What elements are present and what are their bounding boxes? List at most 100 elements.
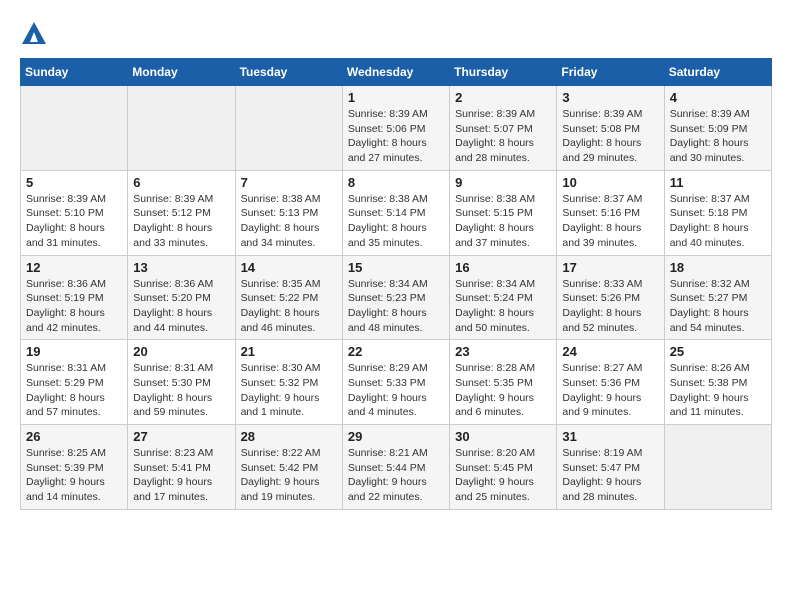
calendar-cell: 24 Sunrise: 8:27 AM Sunset: 5:36 PM Dayli…: [557, 340, 664, 425]
calendar-cell: 31 Sunrise: 8:19 AM Sunset: 5:47 PM Dayli…: [557, 425, 664, 510]
calendar-week-1: 1 Sunrise: 8:39 AM Sunset: 5:06 PM Daylig…: [21, 86, 772, 171]
calendar-header-row: SundayMondayTuesdayWednesdayThursdayFrid…: [21, 59, 772, 86]
day-number: 2: [455, 90, 551, 105]
day-info: Sunrise: 8:39 AM Sunset: 5:12 PM Dayligh…: [133, 192, 229, 251]
day-number: 11: [670, 175, 766, 190]
day-info: Sunrise: 8:22 AM Sunset: 5:42 PM Dayligh…: [241, 446, 337, 505]
day-number: 15: [348, 260, 444, 275]
calendar-cell: 18Sunrise: 8:32 AM Sunset: 5:27 PM Dayli…: [664, 255, 771, 340]
calendar-cell: 30Sunrise: 8:20 AM Sunset: 5:45 PM Dayli…: [450, 425, 557, 510]
day-info: Sunrise: 8:23 AM Sunset: 5:41 PM Dayligh…: [133, 446, 229, 505]
day-info: Sunrise: 8:26 AM Sunset: 5:38 PM Dayligh…: [670, 361, 766, 420]
weekday-header-tuesday: Tuesday: [235, 59, 342, 86]
calendar-week-5: 26Sunrise: 8:25 AM Sunset: 5:39 PM Dayli…: [21, 425, 772, 510]
calendar-cell: 13Sunrise: 8:36 AM Sunset: 5:20 PM Dayli…: [128, 255, 235, 340]
day-number: 10: [562, 175, 658, 190]
logo: [20, 20, 52, 48]
day-info: Sunrise: 8:37 AM Sunset: 5:18 PM Dayligh…: [670, 192, 766, 251]
day-info: Sunrise: 8:34 AM Sunset: 5:23 PM Dayligh…: [348, 277, 444, 336]
calendar-cell: 9 Sunrise: 8:38 AM Sunset: 5:15 PM Daylig…: [450, 170, 557, 255]
day-info: Sunrise: 8:39 AM Sunset: 5:08 PM Dayligh…: [562, 107, 658, 166]
day-number: 12: [26, 260, 122, 275]
day-number: 7: [241, 175, 337, 190]
calendar-cell: 21 Sunrise: 8:30 AM Sunset: 5:32 PM Dayli…: [235, 340, 342, 425]
calendar-cell: 23 Sunrise: 8:28 AM Sunset: 5:35 PM Dayli…: [450, 340, 557, 425]
logo-icon: [20, 20, 48, 48]
calendar-cell: 5 Sunrise: 8:39 AM Sunset: 5:10 PM Daylig…: [21, 170, 128, 255]
day-info: Sunrise: 8:30 AM Sunset: 5:32 PM Dayligh…: [241, 361, 337, 420]
day-number: 9: [455, 175, 551, 190]
calendar-cell: 1 Sunrise: 8:39 AM Sunset: 5:06 PM Daylig…: [342, 86, 449, 171]
weekday-header-monday: Monday: [128, 59, 235, 86]
day-info: Sunrise: 8:27 AM Sunset: 5:36 PM Dayligh…: [562, 361, 658, 420]
day-number: 3: [562, 90, 658, 105]
day-number: 19: [26, 344, 122, 359]
day-number: 23: [455, 344, 551, 359]
day-number: 1: [348, 90, 444, 105]
day-info: Sunrise: 8:25 AM Sunset: 5:39 PM Dayligh…: [26, 446, 122, 505]
day-info: Sunrise: 8:38 AM Sunset: 5:15 PM Dayligh…: [455, 192, 551, 251]
day-info: Sunrise: 8:37 AM Sunset: 5:16 PM Dayligh…: [562, 192, 658, 251]
day-info: Sunrise: 8:35 AM Sunset: 5:22 PM Dayligh…: [241, 277, 337, 336]
calendar-week-4: 19 Sunrise: 8:31 AM Sunset: 5:29 PM Dayli…: [21, 340, 772, 425]
day-info: Sunrise: 8:38 AM Sunset: 5:14 PM Dayligh…: [348, 192, 444, 251]
day-info: Sunrise: 8:36 AM Sunset: 5:20 PM Dayligh…: [133, 277, 229, 336]
calendar-cell: 19 Sunrise: 8:31 AM Sunset: 5:29 PM Dayli…: [21, 340, 128, 425]
page-header: [20, 20, 772, 48]
calendar-cell: 17Sunrise: 8:33 AM Sunset: 5:26 PM Dayli…: [557, 255, 664, 340]
calendar-cell: 3 Sunrise: 8:39 AM Sunset: 5:08 PM Daylig…: [557, 86, 664, 171]
day-number: 28: [241, 429, 337, 444]
day-info: Sunrise: 8:31 AM Sunset: 5:29 PM Dayligh…: [26, 361, 122, 420]
day-number: 20: [133, 344, 229, 359]
calendar-table: SundayMondayTuesdayWednesdayThursdayFrid…: [20, 58, 772, 510]
calendar-cell: 20 Sunrise: 8:31 AM Sunset: 5:30 PM Dayli…: [128, 340, 235, 425]
day-info: Sunrise: 8:39 AM Sunset: 5:10 PM Dayligh…: [26, 192, 122, 251]
day-number: 16: [455, 260, 551, 275]
calendar-week-2: 5 Sunrise: 8:39 AM Sunset: 5:10 PM Daylig…: [21, 170, 772, 255]
day-number: 29: [348, 429, 444, 444]
day-number: 6: [133, 175, 229, 190]
weekday-header-wednesday: Wednesday: [342, 59, 449, 86]
calendar-cell: 26Sunrise: 8:25 AM Sunset: 5:39 PM Dayli…: [21, 425, 128, 510]
calendar-cell: 27 Sunrise: 8:23 AM Sunset: 5:41 PM Dayli…: [128, 425, 235, 510]
day-info: Sunrise: 8:19 AM Sunset: 5:47 PM Dayligh…: [562, 446, 658, 505]
calendar-cell: 10 Sunrise: 8:37 AM Sunset: 5:16 PM Dayli…: [557, 170, 664, 255]
weekday-header-friday: Friday: [557, 59, 664, 86]
day-info: Sunrise: 8:31 AM Sunset: 5:30 PM Dayligh…: [133, 361, 229, 420]
calendar-cell: 29 Sunrise: 8:21 AM Sunset: 5:44 PM Dayli…: [342, 425, 449, 510]
calendar-cell: [664, 425, 771, 510]
day-info: Sunrise: 8:28 AM Sunset: 5:35 PM Dayligh…: [455, 361, 551, 420]
calendar-cell: 8Sunrise: 8:38 AM Sunset: 5:14 PM Daylig…: [342, 170, 449, 255]
calendar-cell: 12Sunrise: 8:36 AM Sunset: 5:19 PM Dayli…: [21, 255, 128, 340]
day-number: 18: [670, 260, 766, 275]
calendar-week-3: 12Sunrise: 8:36 AM Sunset: 5:19 PM Dayli…: [21, 255, 772, 340]
calendar-cell: 25 Sunrise: 8:26 AM Sunset: 5:38 PM Dayli…: [664, 340, 771, 425]
calendar-cell: 28 Sunrise: 8:22 AM Sunset: 5:42 PM Dayli…: [235, 425, 342, 510]
calendar-cell: [128, 86, 235, 171]
day-number: 30: [455, 429, 551, 444]
calendar-cell: 6 Sunrise: 8:39 AM Sunset: 5:12 PM Daylig…: [128, 170, 235, 255]
day-info: Sunrise: 8:33 AM Sunset: 5:26 PM Dayligh…: [562, 277, 658, 336]
day-info: Sunrise: 8:38 AM Sunset: 5:13 PM Dayligh…: [241, 192, 337, 251]
calendar-cell: 7 Sunrise: 8:38 AM Sunset: 5:13 PM Daylig…: [235, 170, 342, 255]
day-number: 21: [241, 344, 337, 359]
calendar-cell: 14 Sunrise: 8:35 AM Sunset: 5:22 PM Dayli…: [235, 255, 342, 340]
calendar-cell: 16Sunrise: 8:34 AM Sunset: 5:24 PM Dayli…: [450, 255, 557, 340]
day-number: 22: [348, 344, 444, 359]
weekday-header-saturday: Saturday: [664, 59, 771, 86]
calendar-cell: 11 Sunrise: 8:37 AM Sunset: 5:18 PM Dayli…: [664, 170, 771, 255]
calendar-cell: 15 Sunrise: 8:34 AM Sunset: 5:23 PM Dayli…: [342, 255, 449, 340]
day-number: 14: [241, 260, 337, 275]
day-number: 5: [26, 175, 122, 190]
weekday-header-thursday: Thursday: [450, 59, 557, 86]
calendar-cell: 4Sunrise: 8:39 AM Sunset: 5:09 PM Daylig…: [664, 86, 771, 171]
calendar-cell: 2Sunrise: 8:39 AM Sunset: 5:07 PM Daylig…: [450, 86, 557, 171]
day-info: Sunrise: 8:21 AM Sunset: 5:44 PM Dayligh…: [348, 446, 444, 505]
calendar-cell: 22 Sunrise: 8:29 AM Sunset: 5:33 PM Dayli…: [342, 340, 449, 425]
day-info: Sunrise: 8:39 AM Sunset: 5:06 PM Dayligh…: [348, 107, 444, 166]
day-number: 27: [133, 429, 229, 444]
day-info: Sunrise: 8:29 AM Sunset: 5:33 PM Dayligh…: [348, 361, 444, 420]
day-number: 24: [562, 344, 658, 359]
day-number: 25: [670, 344, 766, 359]
day-number: 31: [562, 429, 658, 444]
